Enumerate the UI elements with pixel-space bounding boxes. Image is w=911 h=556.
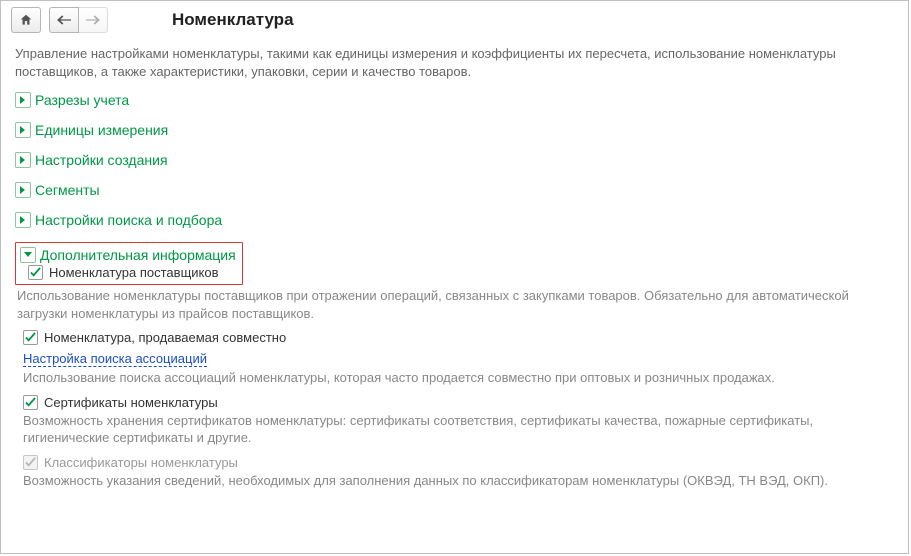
chevron-down-icon	[20, 247, 36, 263]
forward-button	[79, 7, 108, 33]
arrow-left-icon	[57, 15, 71, 25]
checkbox-checked-icon	[23, 395, 38, 410]
content: Управление настройками номенклатуры, так…	[1, 37, 908, 507]
home-icon	[19, 13, 33, 27]
chevron-right-icon	[15, 92, 31, 108]
section-header-create-settings[interactable]: Настройки создания	[15, 152, 894, 168]
option-desc-certificates: Возможность хранения сертификатов номенк…	[23, 412, 894, 447]
window: Номенклатура Управление настройками номе…	[0, 0, 909, 554]
section-header-segments[interactable]: Сегменты	[15, 182, 894, 198]
back-button[interactable]	[49, 7, 79, 33]
nav-group	[49, 7, 112, 33]
section-accounting: Разрезы учета	[15, 92, 894, 108]
option-label: Номенклатура, продаваемая совместно	[44, 330, 286, 345]
section-units: Единицы измерения	[15, 122, 894, 138]
checkbox-checked-disabled-icon	[23, 455, 38, 470]
section-segments: Сегменты	[15, 182, 894, 198]
chevron-right-icon	[15, 212, 31, 228]
section-create-settings: Настройки создания	[15, 152, 894, 168]
chevron-right-icon	[15, 152, 31, 168]
option-desc-supplier: Использование номенклатуры поставщиков п…	[17, 287, 894, 322]
page-subtitle: Управление настройками номенклатуры, так…	[15, 45, 894, 80]
section-header-accounting[interactable]: Разрезы учета	[15, 92, 894, 108]
option-label: Сертификаты номенклатуры	[44, 395, 218, 410]
section-title: Сегменты	[35, 182, 100, 198]
section-header-units[interactable]: Единицы измерения	[15, 122, 894, 138]
section-title: Дополнительная информация	[40, 247, 236, 263]
section-header-additional-info[interactable]: Дополнительная информация	[20, 247, 236, 263]
option-supplier-nomenclature[interactable]: Номенклатура поставщиков	[28, 265, 236, 280]
assoc-settings-link[interactable]: Настройка поиска ассоциаций	[23, 351, 207, 367]
toolbar: Номенклатура	[1, 1, 908, 37]
chevron-right-icon	[15, 182, 31, 198]
section-title: Настройки поиска и подбора	[35, 212, 222, 228]
section-title: Единицы измерения	[35, 122, 168, 138]
option-desc-classifiers: Возможность указания сведений, необходим…	[23, 472, 894, 490]
section-title: Настройки создания	[35, 152, 168, 168]
option-classifiers: Классификаторы номенклатуры	[23, 455, 894, 470]
page-title: Номенклатура	[172, 10, 294, 30]
arrow-right-icon	[86, 15, 100, 25]
checkbox-checked-icon	[23, 330, 38, 345]
option-label: Номенклатура поставщиков	[49, 265, 219, 280]
section-title: Разрезы учета	[35, 92, 129, 108]
checkbox-checked-icon	[28, 265, 43, 280]
option-label: Классификаторы номенклатуры	[44, 455, 238, 470]
option-sold-together[interactable]: Номенклатура, продаваемая совместно	[23, 330, 894, 345]
section-search-settings: Настройки поиска и подбора	[15, 212, 894, 228]
option-certificates[interactable]: Сертификаты номенклатуры	[23, 395, 894, 410]
highlight-box: Дополнительная информация Номенклатура п…	[15, 242, 243, 285]
chevron-right-icon	[15, 122, 31, 138]
section-additional-info: Дополнительная информация Номенклатура п…	[15, 242, 894, 285]
section-header-search-settings[interactable]: Настройки поиска и подбора	[15, 212, 894, 228]
home-button[interactable]	[11, 7, 41, 33]
option-desc-assoc: Использование поиска ассоциаций номенкла…	[23, 369, 894, 387]
